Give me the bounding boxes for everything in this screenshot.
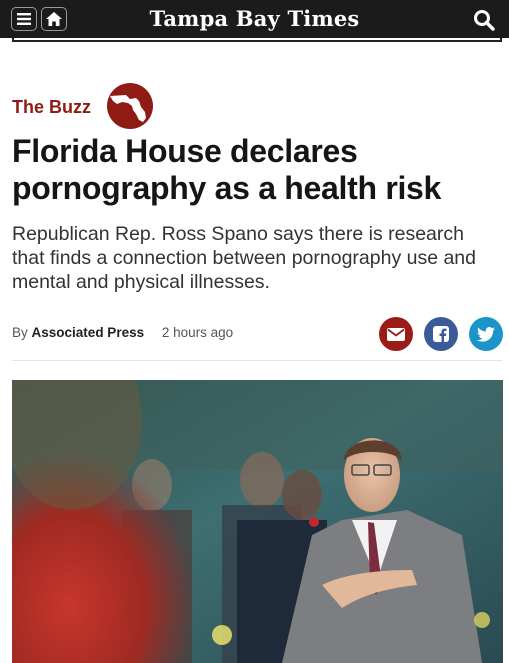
site-logo[interactable]: Tampa Bay Times — [0, 4, 509, 34]
search-icon — [474, 10, 495, 31]
share-twitter-button[interactable] — [469, 317, 503, 351]
top-navigation-bar: Tampa Bay Times — [0, 0, 509, 38]
twitter-bird-icon — [477, 326, 495, 342]
byline: By Associated Press 2 hours ago — [12, 325, 233, 340]
search-button[interactable] — [473, 9, 495, 31]
share-facebook-button[interactable] — [424, 317, 458, 351]
byline-timestamp: 2 hours ago — [161, 325, 234, 340]
byline-divider — [12, 360, 502, 361]
envelope-icon — [387, 327, 405, 341]
header-rule — [12, 40, 502, 42]
photo-illustration — [12, 380, 503, 663]
facebook-icon — [433, 326, 449, 342]
header-rule-tick — [12, 38, 14, 42]
florida-map-logo — [107, 83, 153, 129]
article-photo[interactable] — [12, 380, 503, 663]
header-rule-tick — [500, 38, 502, 42]
article-headline: Florida House declares pornography as a … — [12, 133, 442, 206]
share-email-button[interactable] — [379, 317, 413, 351]
byline-prefix: By — [12, 325, 28, 340]
article-dek: Republican Rep. Ross Spano says there is… — [12, 223, 477, 293]
section-label[interactable]: The Buzz — [12, 97, 91, 118]
byline-author[interactable]: Associated Press — [32, 325, 145, 340]
